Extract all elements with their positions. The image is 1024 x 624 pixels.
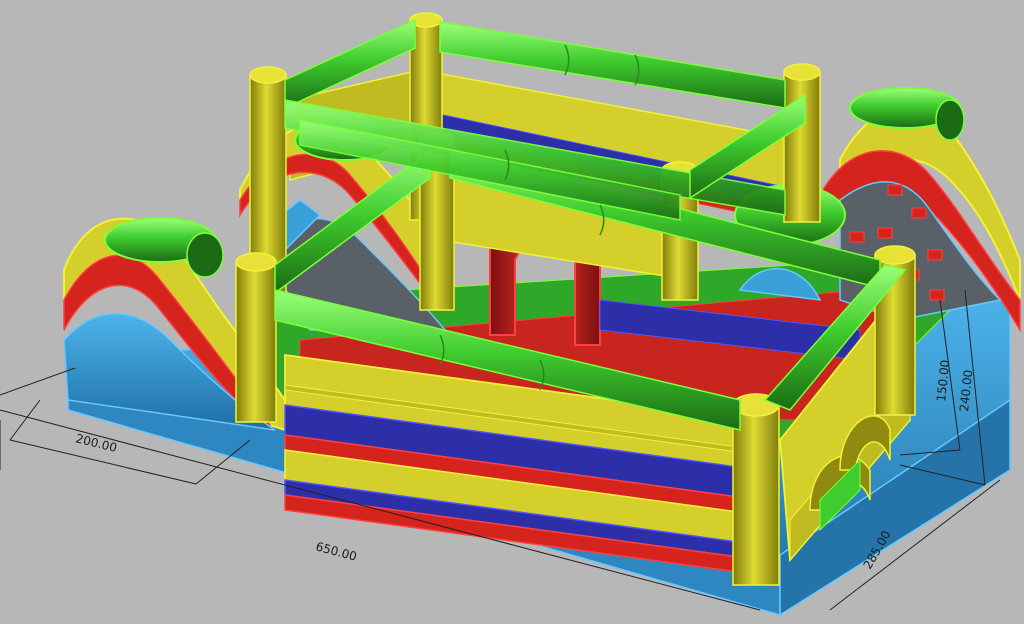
post-back-right [783,63,821,223]
right-slide [819,87,1021,333]
inflatable-obstacle-course-render: 200.00 650.00 285.00 150.00 240.00 [0,12,1021,617]
dim-650: 650.00 [314,539,358,563]
cad-viewport: 200.00 650.00 285.00 150.00 240.00 [0,0,1024,624]
post-front-left [235,252,277,423]
